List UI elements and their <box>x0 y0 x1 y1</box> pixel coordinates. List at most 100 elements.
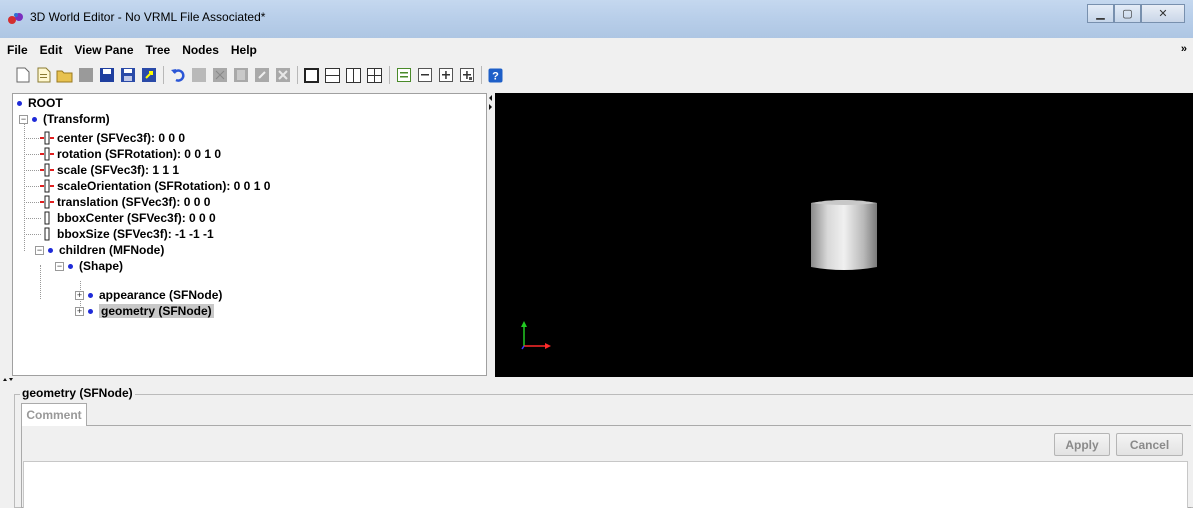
cut-button[interactable] <box>190 67 207 84</box>
close-button[interactable]: ✕ <box>1141 4 1185 23</box>
paste-button[interactable] <box>232 67 249 84</box>
collapse-toggle-icon[interactable]: − <box>35 245 44 255</box>
tree-field-bbox-size[interactable]: bboxSize (SFVec3f): -1 -1 -1 <box>40 226 214 242</box>
paste-special-button[interactable] <box>253 67 270 84</box>
split-vertical-button[interactable] <box>345 67 362 84</box>
properties-group-title: geometry (SFNode) <box>20 386 135 400</box>
menu-view-pane[interactable]: View Pane <box>74 43 133 57</box>
tree-field-translation[interactable]: translation (SFVec3f): 0 0 0 <box>40 194 210 210</box>
undo-button[interactable] <box>169 67 186 84</box>
reload-button[interactable] <box>77 67 94 84</box>
help-button[interactable]: ? <box>487 67 504 84</box>
delete-icon <box>275 68 290 82</box>
window-title: 3D World Editor - No VRML File Associate… <box>30 10 266 24</box>
field-exposed-icon <box>40 131 54 145</box>
menu-edit[interactable]: Edit <box>40 43 63 57</box>
save-as-button[interactable] <box>119 67 136 84</box>
toolbar-separator <box>297 66 298 84</box>
reload-icon <box>78 68 93 82</box>
open-icon <box>56 70 73 82</box>
minimize-button[interactable]: ▁ <box>1087 4 1114 23</box>
collapse-toggle-icon[interactable]: − <box>19 114 28 124</box>
menu-overflow-icon[interactable]: » <box>1181 43 1187 55</box>
tree-root-label: ROOT <box>28 96 63 110</box>
split-quad-button[interactable] <box>366 67 383 84</box>
tab-comment[interactable]: Comment <box>21 403 87 426</box>
tree-field-label: bboxSize (SFVec3f): -1 -1 -1 <box>57 227 214 241</box>
new-button[interactable] <box>14 67 31 84</box>
split-quad-icon <box>367 67 382 83</box>
apply-button[interactable]: Apply <box>1054 433 1110 456</box>
tree-node-transform[interactable]: − (Transform) <box>19 111 110 127</box>
tree-field-scale-orientation[interactable]: scaleOrientation (SFRotation): 0 0 1 0 <box>40 178 270 194</box>
collapse-all-button[interactable] <box>395 67 412 84</box>
paste-icon <box>233 68 248 82</box>
undo-icon <box>170 69 185 82</box>
new-from-template-button[interactable] <box>35 67 52 84</box>
tree-field-label: center (SFVec3f): 0 0 0 <box>57 131 186 145</box>
tree-connector <box>24 202 41 203</box>
tree-connector <box>40 265 41 299</box>
vertical-splitter[interactable] <box>487 93 495 376</box>
tree-field-rotation[interactable]: rotation (SFRotation): 0 0 1 0 <box>40 146 221 162</box>
menu-file[interactable]: File <box>7 43 28 57</box>
field-icon <box>44 211 50 225</box>
horizontal-splitter[interactable] <box>0 377 1193 384</box>
split-vertical-icon <box>346 67 361 83</box>
comment-textarea[interactable] <box>23 461 1188 508</box>
split-horizontal-button[interactable] <box>324 67 341 84</box>
tree-node-label: children (MFNode) <box>59 243 165 257</box>
field-exposed-icon <box>40 147 54 161</box>
menu-help[interactable]: Help <box>231 43 257 57</box>
scene-tree[interactable]: ROOT − (Transform) center (SFVec3f): 0 0… <box>12 93 487 376</box>
new-from-template-icon <box>37 67 50 83</box>
collapse-button[interactable] <box>416 67 433 84</box>
menu-tree[interactable]: Tree <box>146 43 171 57</box>
toolbar: ? <box>0 62 1193 88</box>
tree-node-label: (Transform) <box>43 112 110 126</box>
copy-icon <box>212 68 227 82</box>
tree-node-appearance[interactable]: + appearance (SFNode) <box>75 287 222 303</box>
tree-field-scale[interactable]: scale (SFVec3f): 1 1 1 <box>40 162 179 178</box>
new-icon <box>16 67 29 83</box>
tree-root[interactable]: ROOT <box>17 95 63 111</box>
3d-viewport[interactable] <box>495 93 1193 377</box>
single-view-icon <box>304 67 319 83</box>
tree-connector <box>24 138 41 139</box>
open-button[interactable] <box>56 67 73 84</box>
tree-node-geometry[interactable]: + geometry (SFNode) <box>75 303 214 319</box>
toolbar-separator <box>163 66 164 84</box>
tree-node-children[interactable]: − children (MFNode) <box>35 242 164 258</box>
field-exposed-icon <box>40 163 54 177</box>
export-button[interactable] <box>140 67 157 84</box>
maximize-button[interactable]: ▢ <box>1114 4 1141 23</box>
title-bar: 3D World Editor - No VRML File Associate… <box>0 0 1193 38</box>
split-horizontal-icon <box>325 67 340 83</box>
expand-all-button[interactable] <box>458 67 475 84</box>
tree-node-label: appearance (SFNode) <box>99 288 223 302</box>
splitter-arrows-icon <box>489 95 492 110</box>
tree-node-shape[interactable]: − (Shape) <box>55 258 123 274</box>
field-exposed-icon <box>40 179 54 193</box>
save-icon <box>99 68 114 82</box>
expand-button[interactable] <box>437 67 454 84</box>
tree-field-label: scale (SFVec3f): 1 1 1 <box>57 163 180 177</box>
svg-text:?: ? <box>492 70 499 82</box>
tree-field-center[interactable]: center (SFVec3f): 0 0 0 <box>40 130 185 146</box>
single-view-button[interactable] <box>303 67 320 84</box>
expand-toggle-icon[interactable]: + <box>75 306 84 316</box>
save-button[interactable] <box>98 67 115 84</box>
tree-field-bbox-center[interactable]: bboxCenter (SFVec3f): 0 0 0 <box>40 210 216 226</box>
app-icon <box>8 13 23 24</box>
paste-special-icon <box>254 68 269 82</box>
delete-button[interactable] <box>274 67 291 84</box>
cancel-button[interactable]: Cancel <box>1116 433 1183 456</box>
tree-connector <box>24 234 41 235</box>
splitter-arrows-icon <box>3 378 13 381</box>
copy-button[interactable] <box>211 67 228 84</box>
expand-toggle-icon[interactable]: + <box>75 290 84 300</box>
save-as-icon <box>120 68 135 82</box>
collapse-toggle-icon[interactable]: − <box>55 261 64 271</box>
menu-nodes[interactable]: Nodes <box>182 43 219 57</box>
tree-connector <box>24 186 41 187</box>
